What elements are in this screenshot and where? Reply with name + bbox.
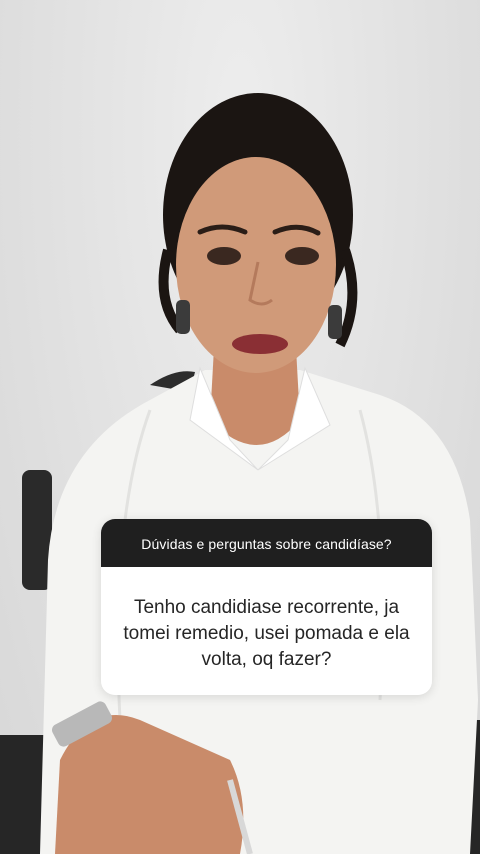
question-sticker-answer: Tenho candidiase recorrente, ja tomei re… (101, 567, 432, 695)
chair-left-back (22, 470, 52, 590)
earring-right (328, 305, 342, 339)
person-video-frame (0, 93, 480, 854)
question-sticker[interactable]: Dúvidas e perguntas sobre candidíase? Te… (101, 519, 432, 695)
eye-right (285, 247, 319, 265)
earring-left (176, 300, 190, 334)
eye-left (207, 247, 241, 265)
lips (232, 334, 288, 354)
story-frame: Dúvidas e perguntas sobre candidíase? Te… (0, 0, 480, 854)
question-sticker-prompt: Dúvidas e perguntas sobre candidíase? (101, 519, 432, 567)
